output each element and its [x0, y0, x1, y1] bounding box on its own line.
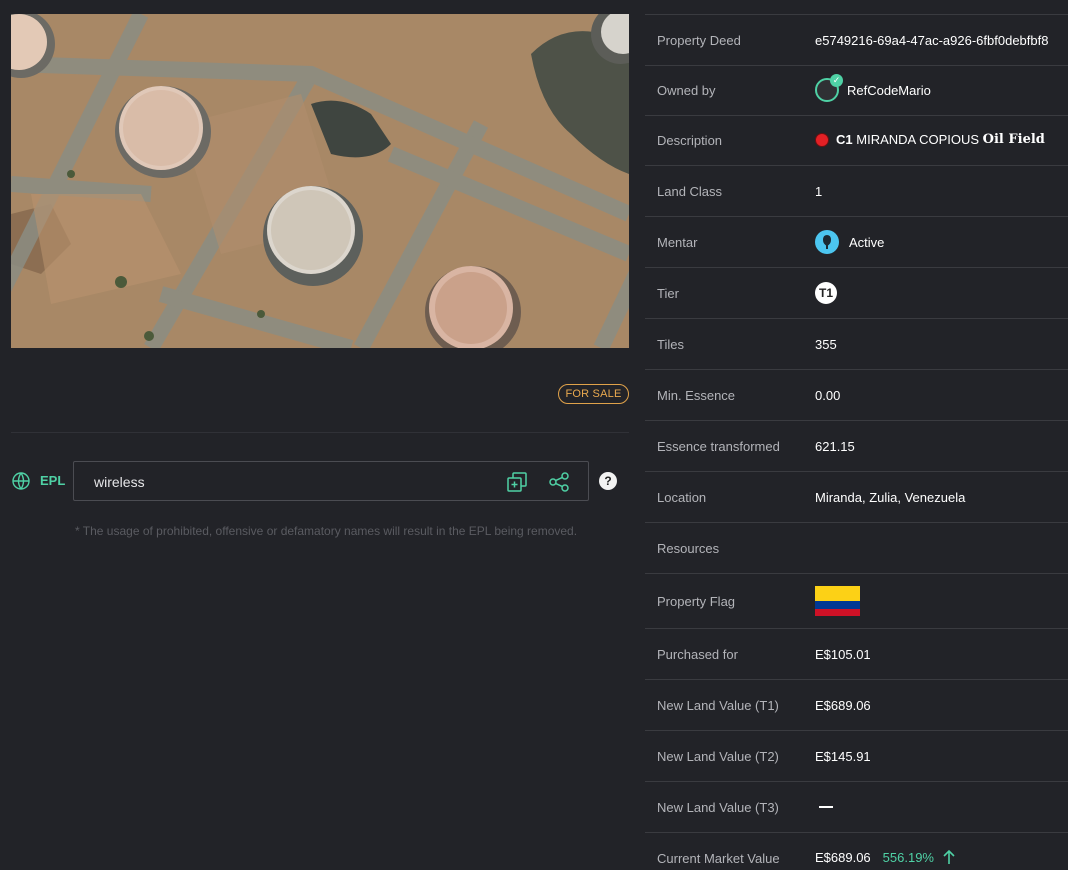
purchased-label: Purchased for: [657, 647, 738, 662]
row-property-deed: Property Deed e5749216-69a4-47ac-a926-6f…: [645, 15, 1068, 66]
row-mentar: Mentar Active: [645, 217, 1068, 268]
location-label: Location: [657, 490, 707, 505]
mentar-value: Active: [815, 230, 884, 254]
nlv-t2-value: E$145.91: [815, 749, 871, 764]
cmv-value-group: E$689.06 556.19%: [815, 849, 956, 865]
min-essence-label: Min. Essence: [657, 388, 736, 403]
row-nlv-t3: New Land Value (T3): [645, 782, 1068, 833]
tier-value: T1: [815, 282, 837, 304]
nlv-t1-value: E$689.06: [815, 698, 871, 713]
description-name: MIRANDA COPIOUS: [856, 132, 980, 147]
resources-label: Resources: [657, 541, 720, 556]
epl-field-container: [73, 461, 589, 501]
row-land-class: Land Class 1: [645, 166, 1068, 217]
row-nlv-t2: New Land Value (T2) E$145.91: [645, 731, 1068, 782]
min-essence-value: 0.00: [815, 388, 841, 403]
tier-label: Tier: [657, 286, 679, 301]
land-class-value: 1: [815, 184, 823, 199]
owner-label: Owned by: [657, 83, 716, 98]
cmv-label: Current Market Value: [657, 851, 780, 866]
row-essence-transformed: Essence transformed 621.15: [645, 421, 1068, 472]
epl-disclaimer: * The usage of prohibited, offensive or …: [75, 524, 578, 538]
epl-label: EPL: [40, 473, 66, 488]
nlv-t3-label: New Land Value (T3): [657, 800, 779, 815]
row-nlv-t1: New Land Value (T1) E$689.06: [645, 680, 1068, 731]
resource-dot-icon: [815, 132, 829, 147]
row-property-flag: Property Flag: [645, 574, 1068, 629]
description-class: C1: [836, 132, 853, 147]
description-label: Description: [657, 133, 723, 148]
globe-icon: [11, 471, 31, 491]
owner-name[interactable]: RefCodeMario: [847, 83, 931, 98]
property-deed-label: Property Deed: [657, 33, 741, 48]
share-icon[interactable]: [548, 471, 570, 493]
mentar-status: Active: [849, 234, 885, 250]
property-flag-label: Property Flag: [657, 594, 736, 609]
nlv-t2-label: New Land Value (T2): [657, 749, 779, 764]
nlv-t3-value: [815, 806, 833, 808]
for-sale-badge: FOR SALE: [558, 384, 629, 404]
epl-input[interactable]: [94, 473, 484, 491]
tiles-label: Tiles: [657, 337, 684, 352]
owner-value[interactable]: ✓ RefCodeMario: [815, 74, 931, 102]
colombia-flag-icon: [815, 586, 860, 616]
tiles-value: 355: [815, 337, 837, 352]
nlv-t1-label: New Land Value (T1): [657, 698, 779, 713]
essence-transformed-value: 621.15: [815, 439, 855, 454]
cmv-value: E$689.06: [815, 849, 871, 865]
row-purchased-for: Purchased for E$105.01: [645, 629, 1068, 680]
help-icon[interactable]: ?: [599, 472, 617, 490]
cmv-change: 556.19%: [882, 849, 934, 865]
mentar-icon: [815, 230, 839, 254]
row-current-market-value: Current Market Value E$689.06 556.19%: [645, 833, 1068, 870]
property-flag-value: [815, 586, 860, 616]
row-min-essence: Min. Essence 0.00: [645, 370, 1068, 421]
location-value: Miranda, Zulia, Venezuela: [815, 490, 966, 505]
description-type: Oil Field: [982, 132, 1045, 147]
section-divider: [11, 432, 629, 433]
property-deed-value: e5749216-69a4-47ac-a926-6fbf0debfbf8: [815, 33, 1049, 48]
row-resources: Resources: [645, 523, 1068, 574]
row-location: Location Miranda, Zulia, Venezuela: [645, 472, 1068, 523]
epl-section: EPL ?: [11, 461, 621, 501]
copy-icon[interactable]: [506, 471, 528, 493]
empty-value-dash: [819, 806, 833, 808]
mentar-label: Mentar: [657, 235, 698, 250]
description-value: C1 MIRANDA COPIOUS Oil Field: [815, 132, 1045, 147]
row-owner: Owned by ✓ RefCodeMario: [645, 66, 1068, 116]
arrow-up-icon: [942, 849, 956, 865]
land-class-label: Land Class: [657, 184, 723, 199]
property-satellite-image: [11, 14, 629, 348]
row-description: Description C1 MIRANDA COPIOUS Oil Field: [645, 116, 1068, 166]
essence-transformed-label: Essence transformed: [657, 439, 780, 454]
purchased-value: E$105.01: [815, 647, 871, 662]
row-tiles: Tiles 355: [645, 319, 1068, 370]
row-tier: Tier T1: [645, 268, 1068, 319]
tier-badge: T1: [815, 282, 837, 304]
avatar: ✓: [815, 74, 843, 102]
verified-check-icon: ✓: [830, 74, 843, 87]
